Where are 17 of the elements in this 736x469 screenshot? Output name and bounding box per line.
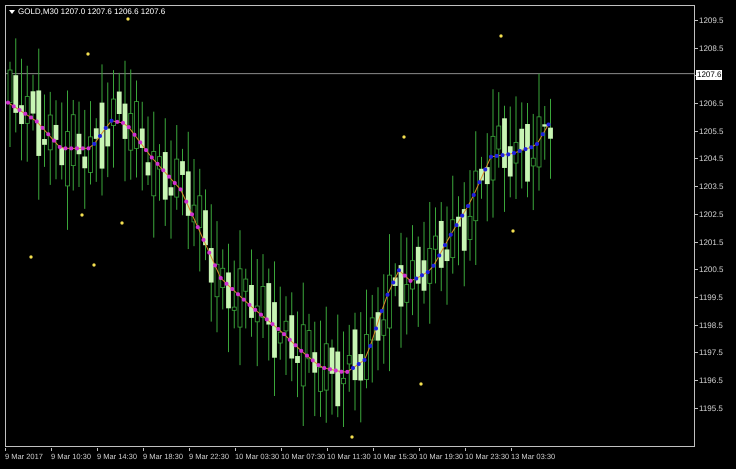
price-label: 1208.5: [699, 42, 724, 55]
price-label: 1206.5: [699, 98, 724, 110]
price-label: 1201.5: [699, 236, 724, 248]
price-label: 1196.5: [699, 374, 723, 387]
price-label: 1198.5: [699, 320, 723, 332]
price-label: 1195.5: [699, 402, 723, 415]
price-label: 1199.5: [699, 292, 723, 304]
price-label: 1205.5: [699, 126, 724, 138]
price-label: 1203.5: [699, 181, 724, 194]
price-label: 1204.5: [699, 153, 724, 166]
dropdown-icon[interactable]: [9, 10, 15, 14]
price-label: 1197.5: [699, 347, 723, 360]
chart-title: GOLD,M30 1207.0 1207.6 1206.6 1207.6: [18, 8, 166, 16]
price-label: 1200.5: [699, 264, 724, 276]
current-price-label: 1207.6: [696, 70, 722, 80]
price-label: 1209.5: [699, 15, 724, 27]
price-label: 1202.5: [699, 208, 724, 221]
